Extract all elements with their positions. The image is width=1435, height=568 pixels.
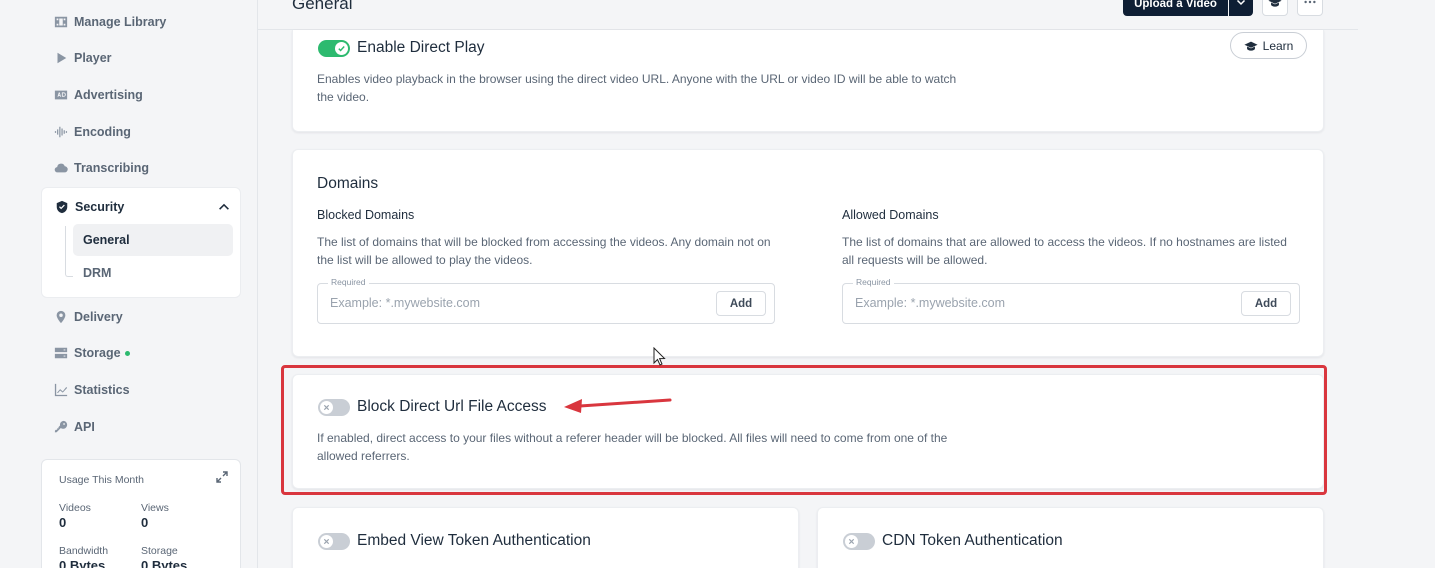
learn-label: Learn	[1262, 38, 1294, 53]
sidebar-item-api[interactable]: API	[54, 416, 95, 438]
direct-play-title: Enable Direct Play	[357, 39, 485, 56]
required-label: Required	[328, 277, 369, 287]
direct-play-description: Enables video playback in the browser us…	[317, 72, 957, 104]
sidebar-item-player[interactable]: Player	[54, 47, 112, 69]
toggle-knob	[320, 401, 333, 414]
expand-icon[interactable]	[216, 470, 228, 483]
toggle-knob	[335, 42, 348, 55]
usage-stat-label: Storage	[141, 545, 178, 557]
chevron-up-icon[interactable]	[217, 200, 231, 217]
chevron-down-icon	[1235, 0, 1247, 13]
block-direct-url-card: Block Direct Url File Access If enabled,…	[292, 374, 1324, 489]
sidebar-item-label: Transcribing	[74, 161, 150, 175]
usage-stat-label: Bandwidth	[59, 545, 109, 557]
usage-stat-value: 0 Bytes	[59, 558, 106, 568]
graduation-cap-icon	[1268, 0, 1282, 14]
sidebar-subitem-drm[interactable]: DRM	[73, 257, 233, 289]
security-section: Security General DRM	[41, 187, 241, 298]
add-allowed-domain-button[interactable]: Add	[1241, 291, 1291, 316]
usage-stat-value: 0	[141, 515, 149, 530]
usage-stat-label: Videos	[59, 502, 91, 514]
ellipsis-icon	[1303, 0, 1317, 14]
sidebar-item-label: API	[74, 420, 95, 434]
cdn-token-toggle[interactable]	[843, 533, 875, 550]
allowed-domains-description: The list of domains that are allowed to …	[842, 235, 1287, 267]
sidebar-item-label: Delivery	[74, 310, 123, 324]
embed-token-title: Embed View Token Authentication	[357, 532, 591, 549]
shield-icon	[55, 200, 69, 214]
sidebar-subitem-label: General	[83, 233, 130, 247]
film-icon	[54, 15, 68, 29]
block-direct-url-toggle[interactable]	[318, 399, 350, 416]
domains-title: Domains	[317, 175, 379, 192]
sidebar-item-security[interactable]: Security	[55, 197, 231, 217]
sidebar-item-transcribing[interactable]: Transcribing	[54, 157, 149, 179]
block-direct-url-description: If enabled, direct access to your files …	[317, 431, 948, 463]
blocked-domains-description: The list of domains that will be blocked…	[317, 235, 771, 267]
add-blocked-domain-button[interactable]: Add	[716, 291, 766, 316]
direct-play-card: Enable Direct Play Enables video playbac…	[292, 30, 1324, 132]
sidebar: Manage Library Player Advertising Encodi…	[0, 0, 258, 568]
embed-token-card: Embed View Token Authentication	[292, 507, 799, 568]
upload-video-button[interactable]: Upload a Video	[1123, 0, 1228, 16]
usage-stat-value: 0	[59, 515, 67, 530]
sidebar-item-label: Security	[75, 200, 125, 214]
sidebar-item-label: Manage Library	[74, 15, 167, 29]
sidebar-subitem-general[interactable]: General	[73, 224, 233, 256]
sidebar-item-label: Statistics	[74, 383, 130, 397]
waveform-icon	[54, 125, 68, 139]
graduation-cap-icon	[1244, 41, 1258, 51]
map-pin-icon	[54, 310, 68, 324]
academy-button[interactable]	[1262, 0, 1288, 16]
blocked-domain-input[interactable]	[330, 296, 690, 310]
server-icon	[54, 346, 68, 360]
sidebar-item-label: Storage	[74, 346, 121, 360]
usage-stat-value: 0 Bytes	[141, 558, 188, 568]
allowed-domains-label: Allowed Domains	[842, 208, 939, 222]
allowed-domains-field: Required Add	[842, 277, 1300, 324]
learn-button[interactable]: Learn	[1230, 32, 1307, 59]
upload-options-button[interactable]	[1229, 0, 1253, 16]
required-label: Required	[853, 277, 894, 287]
more-options-button[interactable]	[1297, 0, 1323, 16]
sidebar-item-advertising[interactable]: Advertising	[54, 84, 143, 106]
sidebar-item-delivery[interactable]: Delivery	[54, 306, 123, 328]
sidebar-item-manage-library[interactable]: Manage Library	[54, 11, 166, 33]
page-title: General	[292, 0, 353, 13]
blocked-domains-field: Required Add	[317, 277, 775, 324]
usage-stat-label: Views	[141, 502, 169, 514]
cloud-icon	[54, 161, 68, 175]
key-icon	[54, 420, 68, 434]
sidebar-item-label: Advertising	[74, 88, 143, 102]
allowed-domain-input[interactable]	[855, 296, 1215, 310]
block-direct-url-title: Block Direct Url File Access	[357, 398, 547, 415]
embed-token-toggle[interactable]	[318, 533, 350, 550]
chart-icon	[54, 383, 68, 397]
sidebar-item-label: Encoding	[74, 125, 131, 139]
domains-card: Domains Blocked Domains The list of doma…	[292, 149, 1324, 357]
usage-panel: Usage This Month Videos 0 Views 0 Bandwi…	[41, 459, 241, 568]
play-icon	[54, 51, 68, 65]
direct-play-toggle[interactable]	[318, 40, 350, 57]
sidebar-item-label: Player	[74, 51, 112, 65]
tree-connector	[65, 226, 73, 277]
sidebar-item-statistics[interactable]: Statistics	[54, 379, 130, 401]
toggle-knob	[845, 535, 858, 548]
usage-title: Usage This Month	[59, 474, 145, 486]
cdn-token-card: CDN Token Authentication	[817, 507, 1324, 568]
storage-status-dot	[124, 350, 130, 356]
cdn-token-title: CDN Token Authentication	[882, 532, 1063, 549]
toggle-knob	[320, 535, 333, 548]
sidebar-subitem-label: DRM	[83, 266, 112, 280]
sidebar-item-storage[interactable]: Storage	[54, 342, 130, 364]
ad-icon	[54, 88, 68, 102]
blocked-domains-label: Blocked Domains	[317, 208, 415, 222]
sidebar-item-encoding[interactable]: Encoding	[54, 121, 131, 143]
